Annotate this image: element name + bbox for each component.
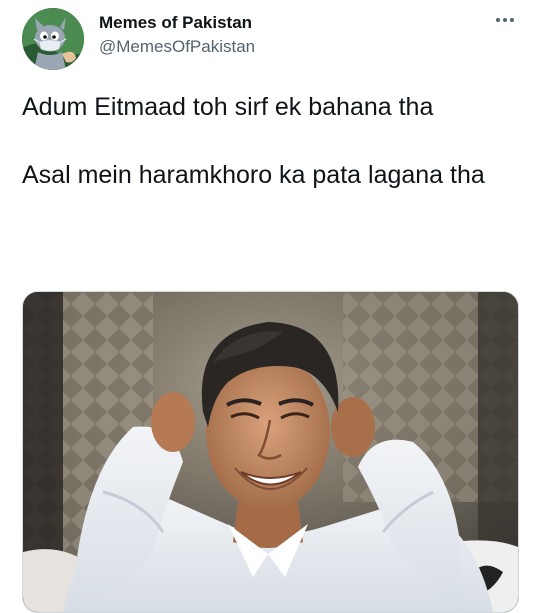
author-display-name[interactable]: Memes of Pakistan [99,12,255,33]
cartoon-cat-icon [22,8,84,70]
author-handle[interactable]: @MemesOfPakistan [99,36,255,57]
avatar[interactable] [22,8,84,70]
author-block: Memes of Pakistan @MemesOfPakistan [99,12,255,57]
tweet-text-line-1: Adum Eitmaad toh sirf ek bahana tha [22,93,434,121]
photo-image [23,292,518,612]
tweet-text-line-2: Asal mein haramkhoro ka pata lagana tha [22,161,485,189]
tweet-card[interactable]: Memes of Pakistan @MemesOfPakistan Adum … [0,0,539,613]
more-options-icon [496,18,514,22]
tweet-media-photo[interactable] [22,291,519,613]
more-options-button[interactable] [493,12,517,28]
tweet-text: Adum Eitmaad toh sirf ek bahana tha Asal… [22,90,512,192]
